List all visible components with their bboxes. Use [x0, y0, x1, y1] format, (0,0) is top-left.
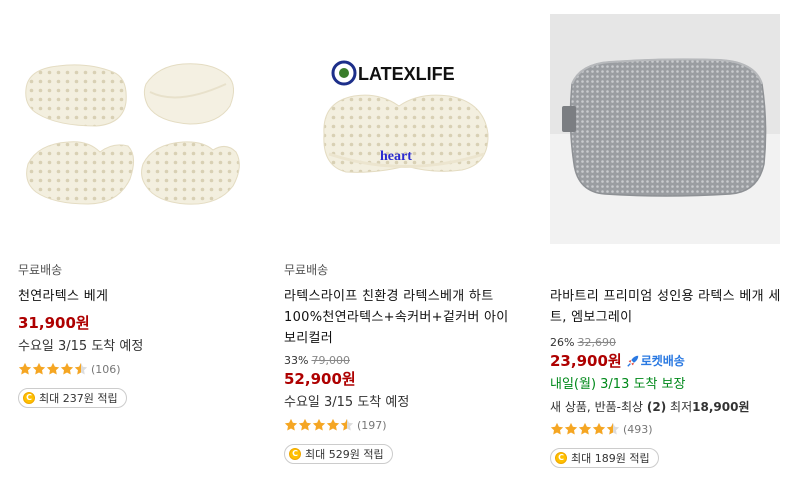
latex-pillow-set-image[interactable]: [18, 14, 248, 244]
rating: (106): [18, 359, 253, 379]
reward-text: 최대 529원 적립: [305, 447, 384, 461]
gray-latex-pillow-image[interactable]: [550, 14, 780, 244]
coin-icon: C: [23, 391, 35, 404]
discount-row: 26% 32,690: [550, 336, 785, 349]
discount-rate: 26%: [550, 336, 575, 349]
new-product-min-label: 최저: [670, 400, 693, 414]
original-price: 32,690: [577, 336, 616, 349]
new-product-info[interactable]: 새 상품, 반품-최상 (2) 최저18,900원: [550, 397, 785, 417]
new-product-text: 새 상품, 반품-최상: [550, 400, 644, 414]
star-icon: [578, 422, 592, 436]
star-icon: [46, 362, 60, 376]
reward-badge: C 최대 237원 적립: [18, 387, 127, 408]
product-title[interactable]: 라텍스라이프 친환경 라텍스베개 하트 100%천연라텍스+속커버+겉커버 아이…: [284, 286, 519, 349]
star-icon: [60, 362, 74, 376]
star-half-icon: [74, 362, 88, 376]
star-rating: [284, 418, 354, 432]
reward-badge: C 최대 529원 적립: [284, 443, 393, 464]
rating: (493): [550, 419, 785, 439]
discount-row: 33% 79,000: [284, 354, 519, 367]
original-price: 79,000: [311, 354, 350, 367]
star-icon: [284, 418, 298, 432]
reward-badge: C 최대 189원 적립: [550, 447, 659, 468]
product-title[interactable]: 천연라텍스 베게: [18, 286, 253, 307]
star-icon: [326, 418, 340, 432]
latexlife-pillow-image[interactable]: LATEXLIFE heart: [284, 14, 514, 244]
free-shipping-label: 무료배송: [284, 263, 329, 277]
star-icon: [18, 362, 32, 376]
star-icon: [592, 422, 606, 436]
review-count: (197): [357, 418, 387, 432]
rocket-label: 로켓배송: [640, 354, 685, 368]
arrival-info: 내일(월) 3/13 도착 보장: [550, 377, 686, 392]
new-product-count: (2): [646, 400, 667, 414]
star-half-icon: [340, 418, 354, 432]
brand-logo-text: LATEXLIFE: [358, 64, 455, 84]
arrival-info: 수요일 3/15 도착 예정: [284, 395, 410, 410]
reward-text: 최대 237원 적립: [39, 391, 118, 405]
free-shipping-label: 무료배송: [18, 263, 63, 277]
reward-text: 최대 189원 적립: [571, 451, 650, 465]
rocket-icon: [626, 355, 638, 367]
new-product-min-price: 18,900원: [692, 400, 750, 414]
star-icon: [564, 422, 578, 436]
star-rating: [18, 362, 88, 376]
star-icon: [32, 362, 46, 376]
image-caption: heart: [380, 149, 412, 164]
star-half-icon: [606, 422, 620, 436]
arrival-info: 수요일 3/15 도착 예정: [18, 339, 144, 354]
star-icon: [298, 418, 312, 432]
coin-icon: C: [289, 447, 301, 460]
star-icon: [550, 422, 564, 436]
review-count: (106): [91, 362, 121, 376]
sale-price: 31,900원: [18, 314, 90, 332]
star-icon: [312, 418, 326, 432]
sale-price: 23,900원: [550, 352, 622, 370]
rating: (197): [284, 415, 519, 435]
sale-price: 52,900원: [284, 370, 356, 388]
product-title[interactable]: 라바트리 프리미엄 성인용 라텍스 베개 세트, 엠보그레이: [550, 286, 785, 328]
coin-icon: C: [555, 451, 567, 464]
review-count: (493): [623, 422, 653, 436]
rocket-delivery-badge: 로켓배송: [626, 350, 685, 372]
latexlife-logo: LATEXLIFE: [331, 60, 455, 86]
star-rating: [550, 422, 620, 436]
discount-rate: 33%: [284, 354, 309, 367]
